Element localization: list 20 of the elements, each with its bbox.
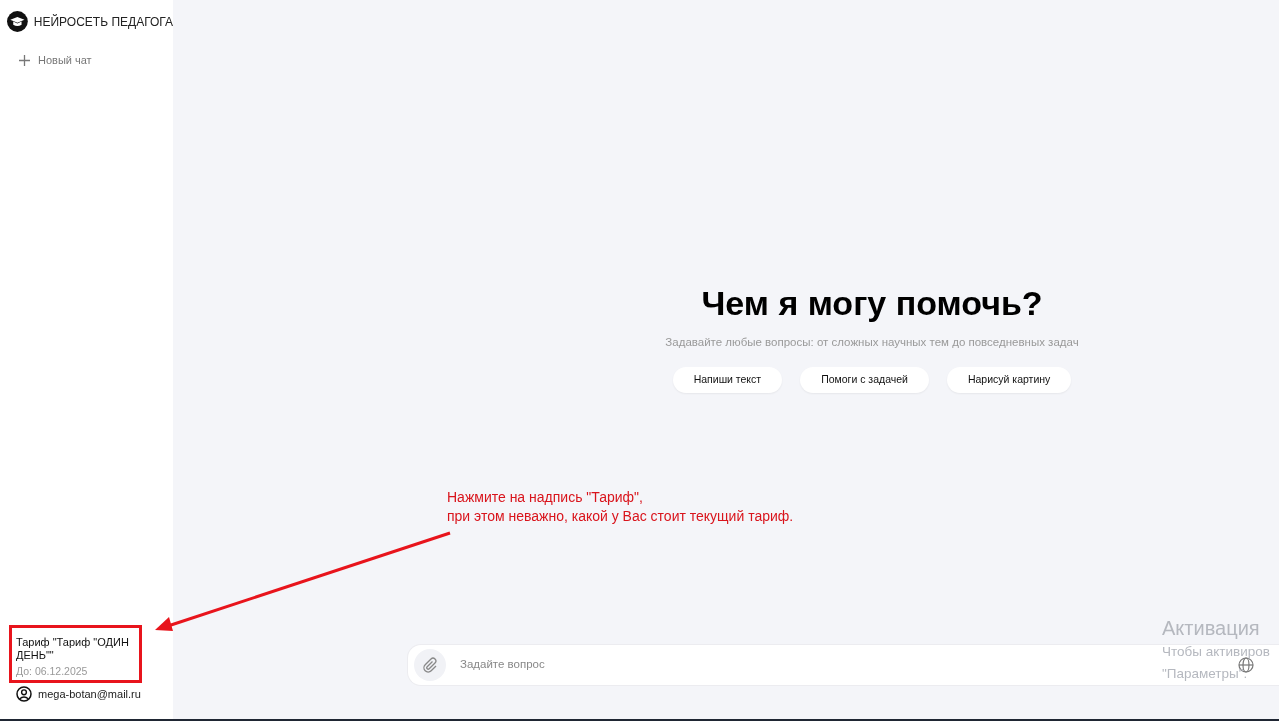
- tariff-expiry: До: 06.12.2025: [16, 663, 89, 679]
- paperclip-icon: [422, 657, 438, 673]
- user-icon: [16, 685, 32, 702]
- account-email[interactable]: mega-botan@mail.ru: [38, 685, 141, 702]
- plus-icon: [18, 53, 31, 67]
- subtitle: Задавайте любые вопросы: от сложных научных тем до повседневных задач: [665, 335, 1079, 350]
- suggestion-chip[interactable]: Напиши текст: [672, 367, 783, 394]
- activation-notice-text: Чтобы активиров: [1162, 643, 1270, 661]
- brand-name: НЕЙРОСЕТЬ ПЕДАГОГА: [33, 13, 173, 31]
- heading: Чем я могу помочь?: [701, 283, 1043, 324]
- suggestion-chip[interactable]: Нарисуй картину: [946, 367, 1072, 394]
- new-chat-button[interactable]: Новый чат: [18, 52, 92, 69]
- annotation-text: Нажмите на надпись "Тариф",: [447, 488, 644, 507]
- annotation-text: при этом неважно, какой у Вас стоит текущий тариф.: [447, 507, 794, 526]
- tariff-link[interactable]: Тариф "Тариф "ОДИН ДЕНЬ"" До: 06.12.2025: [16, 635, 137, 680]
- graduation-cap-icon: [7, 9, 28, 34]
- attach-button[interactable]: [414, 649, 446, 681]
- activation-notice-title: Активация: [1162, 616, 1260, 641]
- suggestion-chip[interactable]: Помоги с задачей: [800, 367, 929, 394]
- activation-notice-text: "Параметры".: [1162, 665, 1248, 683]
